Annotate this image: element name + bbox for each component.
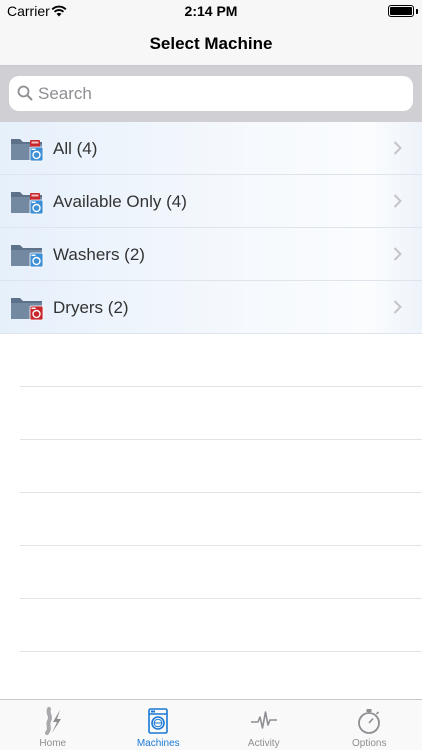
tab-options[interactable]: Options bbox=[317, 700, 422, 750]
empty-row-separator bbox=[20, 386, 422, 387]
tab-label: Options bbox=[352, 738, 387, 749]
battery-tip bbox=[416, 9, 418, 14]
activity-pulse-icon bbox=[249, 706, 279, 736]
battery-level-fill bbox=[390, 7, 412, 15]
tab-bar: Home Machines Activity Options bbox=[0, 699, 422, 750]
list-item-all[interactable]: All (4) bbox=[0, 122, 422, 175]
tab-label: Home bbox=[39, 738, 67, 749]
empty-row-separator bbox=[20, 439, 422, 440]
stopwatch-icon bbox=[354, 706, 384, 736]
search-bar bbox=[0, 66, 422, 122]
washer-dryer-folder-icon bbox=[10, 134, 44, 162]
status-time: 2:14 PM bbox=[184, 3, 238, 19]
search-field[interactable] bbox=[9, 76, 413, 111]
tab-activity[interactable]: Activity bbox=[211, 700, 317, 750]
battery-icon bbox=[388, 5, 414, 17]
empty-row-separator bbox=[20, 492, 422, 493]
tab-label: Machines bbox=[136, 738, 180, 749]
page-title: Select Machine bbox=[149, 34, 273, 53]
washing-machine-icon bbox=[143, 706, 173, 736]
dryer-folder-icon bbox=[10, 293, 44, 321]
empty-row-separator bbox=[20, 545, 422, 546]
list-item-label: Dryers (2) bbox=[53, 298, 129, 317]
list-item-label: Washers (2) bbox=[53, 245, 145, 264]
list-item-washers[interactable]: Washers (2) bbox=[0, 228, 422, 281]
chevron-right-icon bbox=[393, 141, 402, 160]
chevron-right-icon bbox=[393, 300, 402, 319]
tab-machines[interactable]: Machines bbox=[106, 700, 212, 750]
status-bar: Carrier 2:14 PM bbox=[0, 0, 422, 22]
machine-category-list: All (4) Available Only (4) Washers (2) D… bbox=[0, 122, 422, 334]
tab-label: Activity bbox=[247, 738, 280, 749]
chevron-right-icon bbox=[393, 247, 402, 266]
home-bolt-icon bbox=[38, 706, 68, 736]
washer-folder-icon bbox=[10, 240, 44, 268]
search-icon bbox=[17, 85, 33, 106]
list-item-available-only[interactable]: Available Only (4) bbox=[0, 175, 422, 228]
tab-home[interactable]: Home bbox=[0, 700, 106, 750]
search-input[interactable] bbox=[38, 80, 398, 107]
list-item-label: All (4) bbox=[53, 139, 98, 158]
empty-row-separator bbox=[20, 598, 422, 599]
list-item-label: Available Only (4) bbox=[53, 192, 187, 211]
washer-dryer-folder-icon bbox=[10, 187, 44, 215]
chevron-right-icon bbox=[393, 194, 402, 213]
list-item-dryers[interactable]: Dryers (2) bbox=[0, 281, 422, 334]
empty-row-separator bbox=[20, 651, 422, 652]
navigation-bar: Select Machine bbox=[0, 22, 422, 66]
